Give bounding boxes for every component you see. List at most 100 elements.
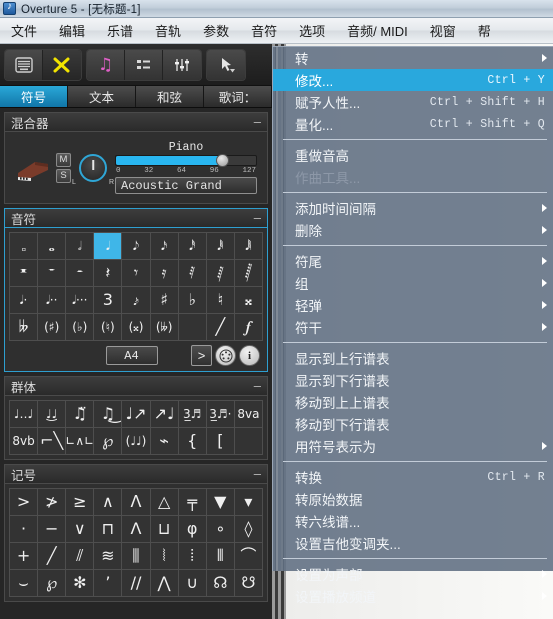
- tab-0[interactable]: 符号: [0, 86, 68, 107]
- note-symbol-cell-1[interactable]: 𝅝: [38, 233, 67, 260]
- mark-symbol-cell-32[interactable]: ⋀: [150, 570, 179, 597]
- mark-symbol-cell-9[interactable]: ·: [10, 516, 39, 543]
- group-symbol-cell-6[interactable]: 3̲♬: [178, 401, 207, 428]
- menubar-item-4[interactable]: 参数: [192, 18, 240, 43]
- mark-symbol-cell-31[interactable]: //: [122, 570, 151, 597]
- menubar-item-9[interactable]: 帮: [467, 18, 502, 43]
- menu-item-2[interactable]: 赋予人性... Ctrl + Shift + H: [273, 91, 553, 113]
- note-symbol-cell-32[interactable]: (𝄫): [150, 314, 179, 341]
- mark-symbol-cell-21[interactable]: ≋: [94, 543, 123, 570]
- volume-thumb[interactable]: [215, 154, 229, 167]
- menubar-item-7[interactable]: 音频/ MIDI: [336, 18, 419, 43]
- mark-symbol-cell-28[interactable]: ℘: [38, 570, 67, 597]
- score-view-icon[interactable]: [5, 49, 43, 80]
- mark-symbol-cell-11[interactable]: ∨: [66, 516, 95, 543]
- menu-item-9[interactable]: 删除: [273, 219, 553, 241]
- menubar-item-1[interactable]: 编辑: [48, 18, 96, 43]
- menubar-item-8[interactable]: 视窗: [419, 18, 467, 43]
- group-symbol-cell-8[interactable]: 8va: [234, 401, 263, 428]
- menu-item-27[interactable]: 设置为声部: [273, 563, 553, 585]
- note-symbol-cell-27[interactable]: 𝄫: [10, 314, 39, 341]
- info-icon[interactable]: i: [239, 345, 260, 366]
- mark-symbol-cell-2[interactable]: ≥: [66, 489, 95, 516]
- group-symbol-cell-17[interactable]: [234, 428, 263, 455]
- panel-mixer-collapse-icon[interactable]: –: [254, 115, 261, 128]
- panel-notes-header[interactable]: 音符 –: [4, 208, 268, 227]
- group-symbol-cell-2[interactable]: ♫̈: [66, 401, 95, 428]
- mute-button[interactable]: M: [56, 152, 71, 167]
- menubar-item-0[interactable]: 文件: [0, 18, 48, 43]
- note-symbol-cell-11[interactable]: 𝄼: [66, 260, 95, 287]
- note-symbol-cell-6[interactable]: 𝅘𝅥𝅰: [178, 233, 207, 260]
- mark-symbol-cell-1[interactable]: ≯: [38, 489, 67, 516]
- note-symbol-cell-21[interactable]: 3: [94, 287, 123, 314]
- menu-item-17[interactable]: 显示到下行谱表: [273, 369, 553, 391]
- menu-item-18[interactable]: 移动到上上谱表: [273, 391, 553, 413]
- pan-knob[interactable]: [79, 153, 107, 182]
- mark-symbol-cell-22[interactable]: ⫼: [122, 543, 151, 570]
- group-symbol-cell-5[interactable]: ↗♩: [150, 401, 179, 428]
- play-icon[interactable]: >: [191, 345, 212, 366]
- panel-mixer-header[interactable]: 混合器 –: [4, 112, 268, 131]
- note-symbol-cell-20[interactable]: 𝅘𝅥···: [66, 287, 95, 314]
- group-symbol-cell-7[interactable]: 3̲♬·: [206, 401, 235, 428]
- mark-symbol-cell-30[interactable]: ’: [94, 570, 123, 597]
- note-symbol-cell-31[interactable]: (𝄪): [122, 314, 151, 341]
- note-symbol-cell-24[interactable]: ♭: [178, 287, 207, 314]
- menu-item-3[interactable]: 量化... Ctrl + Shift + Q: [273, 113, 553, 135]
- menubar-item-5[interactable]: 音符: [240, 18, 288, 43]
- note-symbol-cell-16[interactable]: 𝅁: [206, 260, 235, 287]
- note-symbol-cell-4[interactable]: 𝅘𝅥𝅮: [122, 233, 151, 260]
- note-symbol-cell-28[interactable]: (♯): [38, 314, 67, 341]
- mark-symbol-cell-33[interactable]: ∪: [178, 570, 207, 597]
- mark-symbol-cell-7[interactable]: ▼: [206, 489, 235, 516]
- note-symbol-cell-7[interactable]: 𝅘𝅥𝅱: [206, 233, 235, 260]
- note-symbol-cell-3[interactable]: 𝅘𝅥: [94, 233, 123, 260]
- note-icon[interactable]: ♫: [87, 49, 125, 80]
- note-symbol-cell-10[interactable]: 𝄻: [38, 260, 67, 287]
- menu-item-19[interactable]: 移动到下行谱表: [273, 413, 553, 435]
- group-symbol-cell-10[interactable]: ⌐╲: [38, 428, 67, 455]
- mark-symbol-cell-3[interactable]: ∧: [94, 489, 123, 516]
- menu-item-1[interactable]: 修改... Ctrl + Y: [273, 69, 553, 91]
- note-symbol-cell-34[interactable]: ╱: [206, 314, 235, 341]
- note-symbol-cell-15[interactable]: 𝅀: [178, 260, 207, 287]
- menu-item-11[interactable]: 符尾: [273, 250, 553, 272]
- note-menu-dropdown[interactable]: 转修改... Ctrl + Y 赋予人性... Ctrl + Shift + H 量化.…: [272, 46, 553, 605]
- menu-item-8[interactable]: 添加时间间隔: [273, 197, 553, 219]
- menu-item-5[interactable]: 重做音高: [273, 144, 553, 166]
- mark-symbol-cell-16[interactable]: ∘: [206, 516, 235, 543]
- group-symbol-cell-16[interactable]: [: [206, 428, 235, 455]
- note-symbol-cell-23[interactable]: ♯: [150, 287, 179, 314]
- group-symbol-cell-11[interactable]: ∟∧∟: [66, 428, 95, 455]
- list-view-icon[interactable]: [125, 49, 163, 80]
- note-symbol-cell-30[interactable]: (♮): [94, 314, 123, 341]
- menu-item-22[interactable]: 转换 Ctrl + R: [273, 466, 553, 488]
- note-symbol-cell-19[interactable]: 𝅘𝅥··: [38, 287, 67, 314]
- group-symbol-cell-9[interactable]: 8vb: [10, 428, 39, 455]
- note-symbol-cell-13[interactable]: 𝄾: [122, 260, 151, 287]
- mark-symbol-cell-27[interactable]: ⌣: [10, 570, 39, 597]
- note-symbol-cell-29[interactable]: (♭): [66, 314, 95, 341]
- menu-item-24[interactable]: 转六线谱...: [273, 510, 553, 532]
- mixer-icon[interactable]: [163, 49, 201, 80]
- mark-symbol-cell-24[interactable]: ⦙: [178, 543, 207, 570]
- menu-item-25[interactable]: 设置吉他变调夹...: [273, 532, 553, 554]
- menu-item-23[interactable]: 转原始数据: [273, 488, 553, 510]
- menu-item-16[interactable]: 显示到上行谱表: [273, 347, 553, 369]
- mark-symbol-cell-20[interactable]: ⫽: [66, 543, 95, 570]
- mark-symbol-cell-14[interactable]: ⊔: [150, 516, 179, 543]
- mark-symbol-cell-26[interactable]: ⌒: [234, 543, 263, 570]
- panel-marks-collapse-icon[interactable]: –: [254, 467, 261, 480]
- menu-item-0[interactable]: 转: [273, 47, 553, 69]
- group-symbol-cell-0[interactable]: ♩‥♩: [10, 401, 39, 428]
- mark-symbol-cell-34[interactable]: ☊: [206, 570, 235, 597]
- group-symbol-cell-13[interactable]: (♩♩): [122, 428, 151, 455]
- mark-symbol-cell-35[interactable]: ☋: [234, 570, 263, 597]
- mark-symbol-cell-23[interactable]: ⦚: [150, 543, 179, 570]
- note-symbol-cell-12[interactable]: 𝄽: [94, 260, 123, 287]
- pointer-icon[interactable]: [207, 49, 245, 80]
- group-symbol-cell-1[interactable]: ♩͜♩: [38, 401, 67, 428]
- menu-item-13[interactable]: 轻弹: [273, 294, 553, 316]
- mark-symbol-cell-12[interactable]: ⊓: [94, 516, 123, 543]
